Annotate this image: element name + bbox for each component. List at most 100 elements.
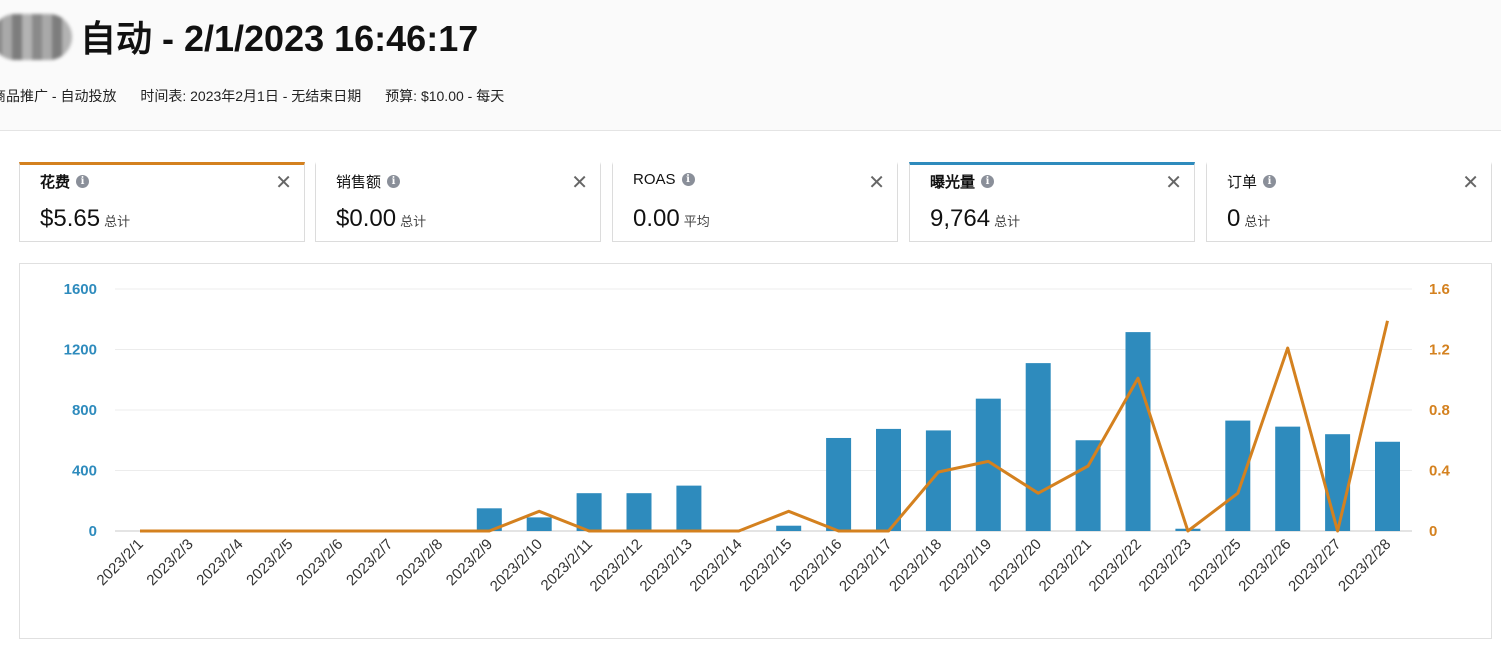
metric-value-text: 0 xyxy=(1227,205,1241,232)
x-axis-tick-label: 2023/2/6 xyxy=(293,536,346,589)
info-icon[interactable]: i xyxy=(1263,175,1277,188)
bar xyxy=(1275,426,1301,531)
bar xyxy=(975,398,1001,531)
close-icon[interactable]: ✕ xyxy=(868,173,885,193)
info-icon[interactable]: i xyxy=(76,175,90,188)
bar xyxy=(1325,434,1351,531)
metric-value-text: 9,764 xyxy=(930,205,991,232)
x-axis-tick-label: 2023/2/27 xyxy=(1285,536,1344,595)
bar xyxy=(1225,420,1251,531)
close-icon[interactable]: ✕ xyxy=(275,173,292,193)
x-axis-tick-label: 2023/2/10 xyxy=(487,536,546,595)
x-axis-tick-label: 2023/2/11 xyxy=(538,536,596,594)
metric-suffix: 总计 xyxy=(400,214,427,229)
bar xyxy=(1125,332,1151,531)
x-axis-tick-label: 2023/2/23 xyxy=(1136,536,1195,595)
metric-value: $0.00 总计 xyxy=(336,205,426,236)
right-axis-tick-label: 0.4 xyxy=(1429,463,1451,480)
metric-suffix: 总计 xyxy=(994,214,1021,229)
bar xyxy=(576,493,602,531)
x-axis-tick-label: 2023/2/5 xyxy=(243,536,296,589)
x-axis-tick-label: 2023/2/1 xyxy=(94,536,147,589)
metric-card-3[interactable]: 曝光量 i ✕ 9,764 总计 xyxy=(909,162,1195,242)
bar xyxy=(1025,363,1051,531)
x-axis-tick-label: 2023/2/21 xyxy=(1036,536,1095,595)
left-axis-tick-label: 800 xyxy=(72,402,97,419)
campaign-header: 自动 - 2/1/2023 16:46:17 商品推广 - 自动投放 时间表: … xyxy=(0,0,1501,131)
campaign-schedule: 时间表: 2023年2月1日 - 无结束日期 xyxy=(140,88,362,104)
line-series xyxy=(140,320,1389,533)
info-icon[interactable]: i xyxy=(681,173,695,186)
x-axis-tick-label: 2023/2/7 xyxy=(343,536,396,589)
page-title: 自动 - 2/1/2023 16:46:17 xyxy=(80,18,479,59)
left-axis-tick-label: 400 xyxy=(72,463,97,480)
bar xyxy=(1375,441,1400,531)
bar xyxy=(1075,440,1101,531)
right-axis-tick-label: 1.6 xyxy=(1429,281,1450,298)
performance-chart: 04008001200160000.40.81.21.62023/2/12023… xyxy=(64,281,1451,595)
x-axis-tick-label: 2023/2/18 xyxy=(886,536,945,595)
metric-label-text: 订单 xyxy=(1227,174,1258,191)
left-axis-tick-label: 0 xyxy=(89,523,97,540)
metric-value: $5.65 总计 xyxy=(40,205,130,236)
x-axis-tick-label: 2023/2/22 xyxy=(1086,536,1145,595)
metric-value-text: 0.00 xyxy=(633,205,680,232)
x-axis-tick-label: 2023/2/28 xyxy=(1335,536,1394,595)
campaign-type: 商品推广 - 自动投放 xyxy=(0,88,117,104)
metric-value: 0.00 平均 xyxy=(633,205,710,236)
x-axis-tick-label: 2023/2/17 xyxy=(836,536,895,595)
metric-card-0[interactable]: 花费 i ✕ $5.65 总计 xyxy=(19,162,305,242)
bar xyxy=(876,428,901,531)
x-axis-tick-label: 2023/2/20 xyxy=(986,536,1045,595)
info-icon[interactable]: i xyxy=(981,175,995,188)
metric-label-text: 销售额 xyxy=(336,174,382,191)
metric-value-text: $0.00 xyxy=(336,205,397,232)
x-axis-tick-label: 2023/2/8 xyxy=(393,536,446,589)
metric-value: 0 总计 xyxy=(1227,205,1270,236)
metric-suffix: 平均 xyxy=(683,214,710,229)
x-axis-tick-label: 2023/2/16 xyxy=(786,536,845,595)
x-axis-tick-label: 2023/2/19 xyxy=(936,536,995,595)
campaign-subinfo: 商品推广 - 自动投放 时间表: 2023年2月1日 - 无结束日期 预算: $… xyxy=(0,86,524,106)
metric-value: 9,764 总计 xyxy=(930,205,1020,236)
metric-label-text: 花费 xyxy=(40,174,71,191)
x-axis-tick-label: 2023/2/12 xyxy=(587,536,646,595)
right-axis-tick-label: 1.2 xyxy=(1429,342,1450,359)
info-icon[interactable]: i xyxy=(387,175,401,188)
right-axis-tick-label: 0 xyxy=(1429,523,1437,540)
campaign-budget: 预算: $10.00 - 每天 xyxy=(385,88,505,104)
x-axis-tick-label: 2023/2/15 xyxy=(736,536,795,595)
right-axis-tick-label: 0.8 xyxy=(1429,402,1450,419)
x-axis-tick-label: 2023/2/13 xyxy=(637,536,696,595)
metric-label: 订单 i xyxy=(1227,171,1277,192)
chart-panel: 0 400 800 1200 1600 0 0.4 0.8 1.2 1.6 2023/2/1 2023… xyxy=(19,263,1492,639)
left-axis-tick-label: 1200 xyxy=(64,342,97,359)
metric-card-4[interactable]: 订单 i ✕ 0 总计 xyxy=(1206,162,1492,242)
metric-label: 销售额 i xyxy=(336,171,401,192)
x-axis-tick-label: 2023/2/4 xyxy=(193,536,246,589)
close-icon[interactable]: ✕ xyxy=(1165,173,1182,193)
metric-label-text: 曝光量 xyxy=(930,174,976,191)
bar xyxy=(676,485,702,531)
metric-label-text: ROAS xyxy=(633,171,676,188)
close-icon[interactable]: ✕ xyxy=(1462,173,1479,193)
metric-suffix: 总计 xyxy=(1244,214,1271,229)
metric-label: 花费 i xyxy=(40,171,90,192)
bar xyxy=(826,437,852,531)
x-axis-tick-label: 2023/2/25 xyxy=(1185,536,1244,595)
blurred-avatar xyxy=(0,14,72,60)
metric-suffix: 总计 xyxy=(104,214,131,229)
bar xyxy=(626,493,652,531)
bar xyxy=(776,525,802,531)
x-axis-tick-label: 2023/2/26 xyxy=(1235,536,1294,595)
close-icon[interactable]: ✕ xyxy=(571,173,588,193)
metric-value-text: $5.65 xyxy=(40,205,101,232)
metric-label: ROAS i xyxy=(633,171,695,188)
left-axis-tick-label: 1600 xyxy=(64,281,97,298)
metric-label: 曝光量 i xyxy=(930,171,995,192)
x-axis-tick-label: 2023/2/3 xyxy=(143,536,196,589)
metric-card-1[interactable]: 销售额 i ✕ $0.00 总计 xyxy=(315,162,601,242)
metric-card-2[interactable]: ROAS i ✕ 0.00 平均 xyxy=(612,162,898,242)
bar xyxy=(526,517,552,531)
x-axis-tick-label: 2023/2/14 xyxy=(686,536,745,595)
